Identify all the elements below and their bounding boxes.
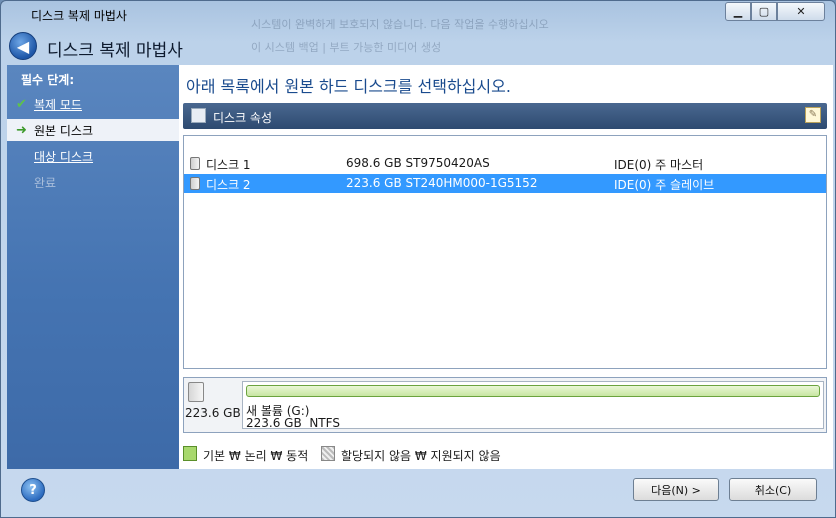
wizard-title: 디스크 복제 마법사	[47, 41, 183, 61]
minimize-button[interactable]: ▁	[725, 2, 751, 21]
window-title: 디스크 복제 마법사	[31, 9, 127, 23]
back-arrow-icon: ◀	[16, 36, 30, 56]
step-label: 완료	[34, 176, 57, 190]
title-bar[interactable]: 디스크 복제 마법사 시스템이 완벽하게 보호되지 않습니다. 다음 작업을 수…	[1, 1, 835, 54]
maximize-button[interactable]: ▢	[751, 2, 777, 21]
wizard-header: ◀ 디스크 복제 마법사	[7, 31, 827, 61]
disk-properties-icon	[191, 108, 206, 123]
page-title: 아래 목록에서 원본 하드 디스크를 선택하십시오.	[186, 77, 511, 96]
hard-disk-icon	[190, 177, 200, 190]
close-button[interactable]: ✕	[777, 2, 825, 21]
main-content: 아래 목록에서 원본 하드 디스크를 선택하십시오. 디스크 속성 ✎ 디스크 …	[179, 65, 833, 469]
step-label: 원본 디스크	[34, 124, 94, 138]
disk-properties-header[interactable]: 디스크 속성 ✎	[183, 103, 827, 129]
volume-usage-bar	[246, 385, 820, 397]
disk-list[interactable]: 디스크 1 698.6 GB ST9750420AS IDE(0) 주 마스터 …	[183, 135, 827, 369]
steps-heading: 필수 단계:	[21, 73, 75, 87]
minimize-icon: ▁	[733, 5, 743, 18]
help-button[interactable]: ?	[21, 478, 45, 502]
step-clone-mode[interactable]: ✔ 복제 모드	[7, 93, 179, 115]
next-button[interactable]: 다음(N) >	[633, 478, 719, 501]
disk-interface: IDE(0) 주 마스터	[614, 158, 704, 172]
hard-disk-icon	[188, 382, 204, 402]
disk-row-selected[interactable]: 디스크 2 223.6 GB ST240HM000-1G5152 IDE(0) …	[184, 174, 826, 193]
disk-properties-label: 디스크 속성	[213, 111, 273, 125]
step-label: 복제 모드	[34, 98, 82, 112]
volume-partition[interactable]: 새 볼륨 (G:) 223.6 GB NTFS	[242, 381, 824, 430]
legend-primary-label: 기본 ₩ 논리 ₩ 동적	[203, 449, 309, 463]
checkmark-icon: ✔	[16, 97, 27, 112]
disk-model: 223.6 GB ST240HM000-1G5152	[346, 176, 538, 190]
steps-sidebar: 필수 단계: ✔ 복제 모드 ➜ 원본 디스크 대상 디스크 완료	[7, 65, 179, 469]
current-step-arrow-icon: ➜	[16, 123, 27, 138]
legend-unallocated-label: 할당되지 않음 ₩ 지원되지 않음	[341, 449, 501, 463]
step-finish: 완료	[7, 171, 179, 193]
back-button[interactable]: ◀	[9, 32, 37, 60]
background-hint-line1: 시스템이 완벽하게 보호되지 않습니다. 다음 작업을 수행하십시오	[251, 18, 549, 31]
disk-row[interactable]: 디스크 1 698.6 GB ST9750420AS IDE(0) 주 마스터	[184, 154, 826, 173]
step-label: 대상 디스크	[34, 150, 94, 164]
cancel-button[interactable]: 취소(C)	[729, 478, 817, 501]
volume-map: 223.6 GB 새 볼륨 (G:) 223.6 GB NTFS	[183, 377, 827, 433]
disk-name: 디스크 1	[206, 158, 251, 172]
volume-info: 223.6 GB NTFS	[246, 416, 340, 430]
unallocated-swatch	[321, 446, 335, 461]
column-chooser-icon[interactable]: ✎	[805, 107, 821, 123]
step-source-disk[interactable]: ➜ 원본 디스크	[7, 119, 179, 141]
disk-interface: IDE(0) 주 슬레이브	[614, 178, 715, 192]
close-icon: ✕	[796, 5, 806, 18]
disk-size: 223.6 GB	[185, 406, 241, 420]
wizard-window: 디스크 복제 마법사 시스템이 완벽하게 보호되지 않습니다. 다음 작업을 수…	[0, 0, 836, 518]
disk-model: 698.6 GB ST9750420AS	[346, 156, 490, 170]
wizard-footer: ? 다음(N) > 취소(C)	[7, 471, 831, 511]
help-icon: ?	[29, 482, 37, 498]
maximize-icon: ▢	[758, 5, 770, 18]
step-target-disk[interactable]: 대상 디스크	[7, 145, 179, 167]
disk-name: 디스크 2	[206, 178, 251, 192]
primary-partition-swatch	[183, 446, 197, 461]
hard-disk-icon	[190, 157, 200, 170]
